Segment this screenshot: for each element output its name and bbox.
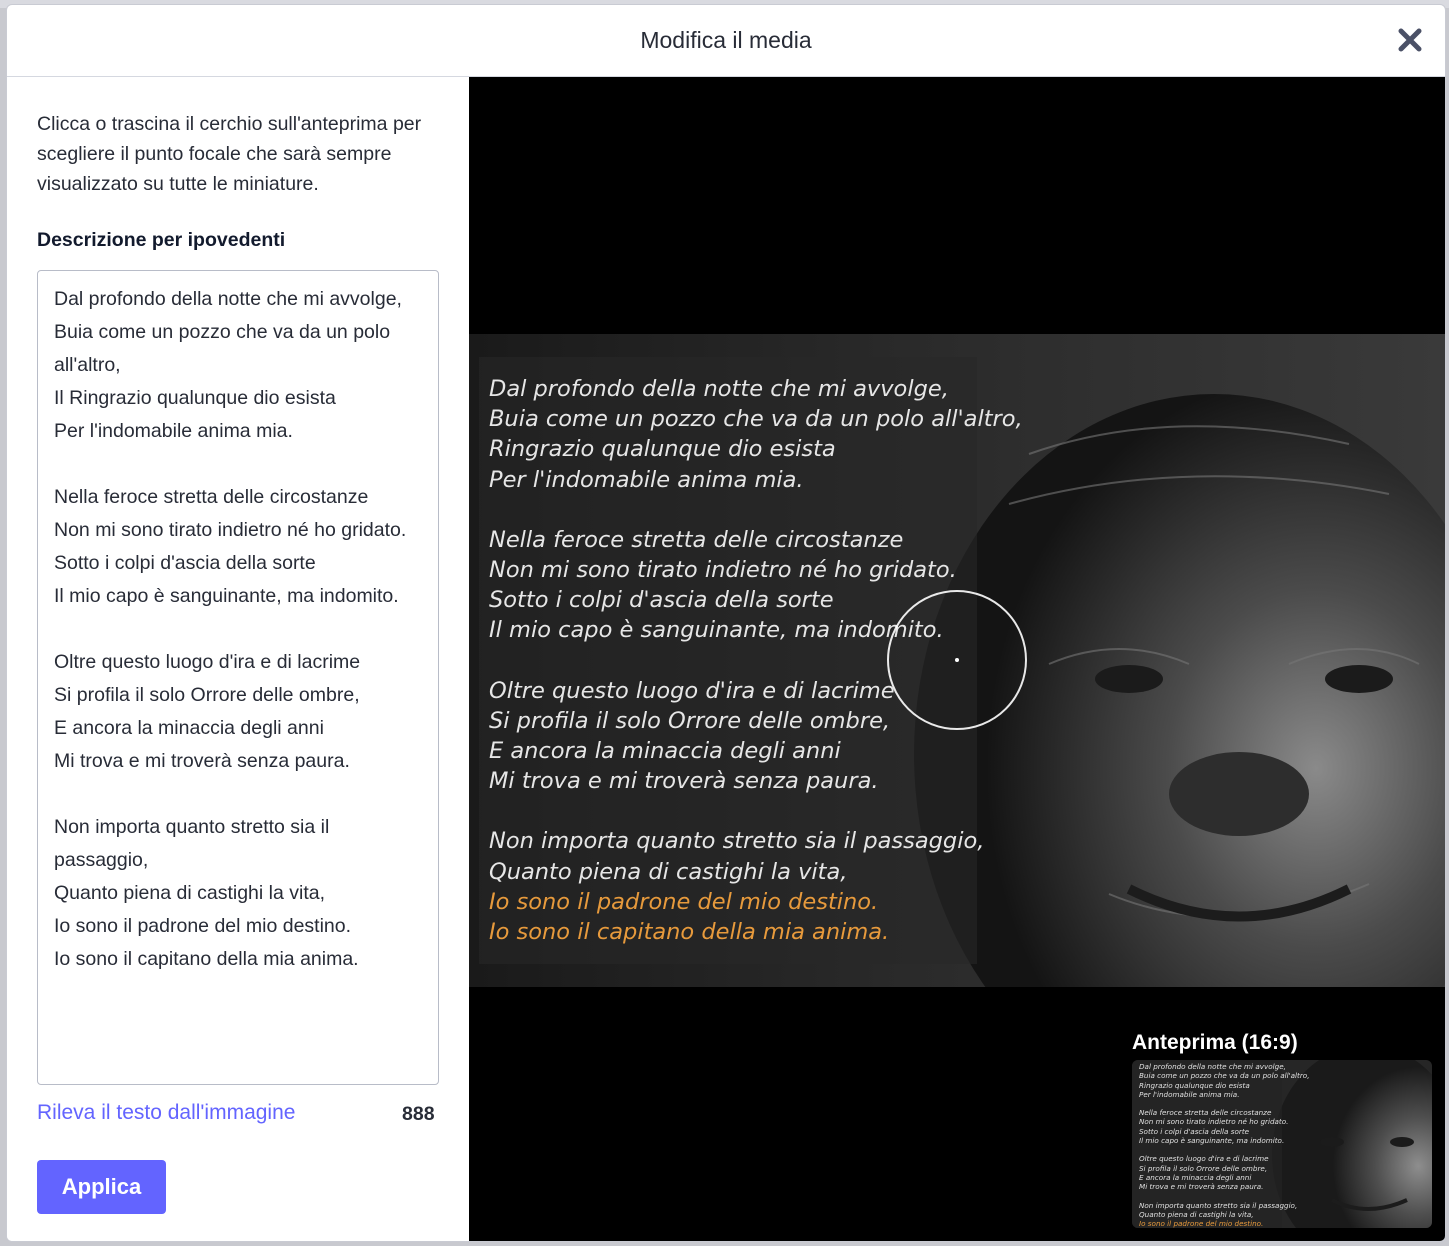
thumb-line: Sotto i colpi d'ascia della sorte	[1139, 1126, 1250, 1136]
poem-line-highlight: Io sono il capitano della mia anima.	[489, 919, 890, 946]
modal-title: Modifica il media	[640, 27, 812, 53]
description-textarea[interactable]	[37, 270, 439, 1085]
poem-line: Dal profondo della notte che mi avvolge,	[489, 376, 949, 402]
thumb-line: Quanto piena di castighi la vita,	[1139, 1209, 1254, 1219]
thumb-line: Mi trova e mi troverà senza paura.	[1139, 1182, 1264, 1192]
media-preview-pane: Dal profondo della notte che mi avvolge,…	[469, 77, 1445, 1241]
thumb-line: Per l'indomabile anima mia.	[1139, 1089, 1240, 1099]
character-counter: 888	[402, 1103, 435, 1125]
thumb-line: Dal profondo della notte che mi avvolge,	[1139, 1062, 1286, 1071]
left-pane: Clicca o trascina il cerchio sull'antepr…	[7, 77, 469, 1241]
focal-point-hint: Clicca o trascina il cerchio sull'antepr…	[37, 113, 422, 195]
thumb-line: Il mio capo è sanguinante, ma indomito.	[1139, 1136, 1285, 1146]
thumb-line: Si profila il solo Orrore delle ombre,	[1139, 1163, 1268, 1173]
poem-line: E ancora la minaccia degli anni	[489, 738, 841, 765]
preview-thumbnail: Dal profondo della notte che mi avvolge,…	[1132, 1060, 1432, 1228]
detect-text-link[interactable]: Rileva il testo dall'immagine	[37, 1101, 295, 1125]
poem-line: Per l'indomabile anima mia.	[489, 466, 804, 493]
thumb-line: Non importa quanto stretto sia il passag…	[1139, 1200, 1298, 1210]
close-button[interactable]	[1395, 25, 1425, 55]
poem-line: Buia come un pozzo che va da un polo all…	[489, 406, 1023, 433]
thumb-line: Ringrazio qualunque dio esista	[1139, 1080, 1250, 1090]
edit-media-modal: Modifica il media Clicca o trascina il c…	[6, 4, 1446, 1242]
media-image[interactable]: Dal profondo della notte che mi avvolge,…	[469, 334, 1445, 987]
focal-point-circle[interactable]	[887, 590, 1027, 730]
poem-line-highlight: Io sono il padrone del mio destino.	[489, 888, 879, 915]
close-icon	[1398, 28, 1422, 52]
thumbnail-poem: Dal profondo della notte che mi avvolge,…	[1139, 1062, 1310, 1228]
poem-line: Mi trova e mi troverà senza paura.	[489, 768, 879, 795]
apply-button[interactable]: Applica	[37, 1160, 166, 1214]
poem-line: Nella feroce stretta delle circostanze	[489, 526, 904, 553]
poem-line: Non importa quanto stretto sia il passag…	[489, 828, 985, 855]
thumb-line: Oltre questo luogo d'ira e di lacrime	[1139, 1154, 1269, 1164]
poem-line: Non mi sono tirato indietro né ho gridat…	[489, 557, 957, 584]
thumb-line-highlight: Io sono il padrone del mio destino.	[1139, 1219, 1264, 1228]
description-label: Descrizione per ipovedenti	[37, 229, 286, 251]
poem-line: Quanto piena di castighi la vita,	[489, 858, 848, 885]
thumb-line: Nella feroce stretta delle circostanze	[1139, 1108, 1272, 1118]
preview-label: Anteprima (16:9)	[1132, 1031, 1298, 1054]
thumb-line: Non mi sono tirato indietro né ho gridat…	[1139, 1117, 1289, 1127]
thumb-line: Buia come un pozzo che va da un polo all…	[1139, 1071, 1310, 1081]
focal-point-dot	[955, 658, 959, 662]
poem-line: Ringrazio qualunque dio esista	[489, 436, 836, 463]
modal-header: Modifica il media	[7, 5, 1445, 77]
thumb-line: E ancora la minaccia degli anni	[1139, 1172, 1252, 1182]
